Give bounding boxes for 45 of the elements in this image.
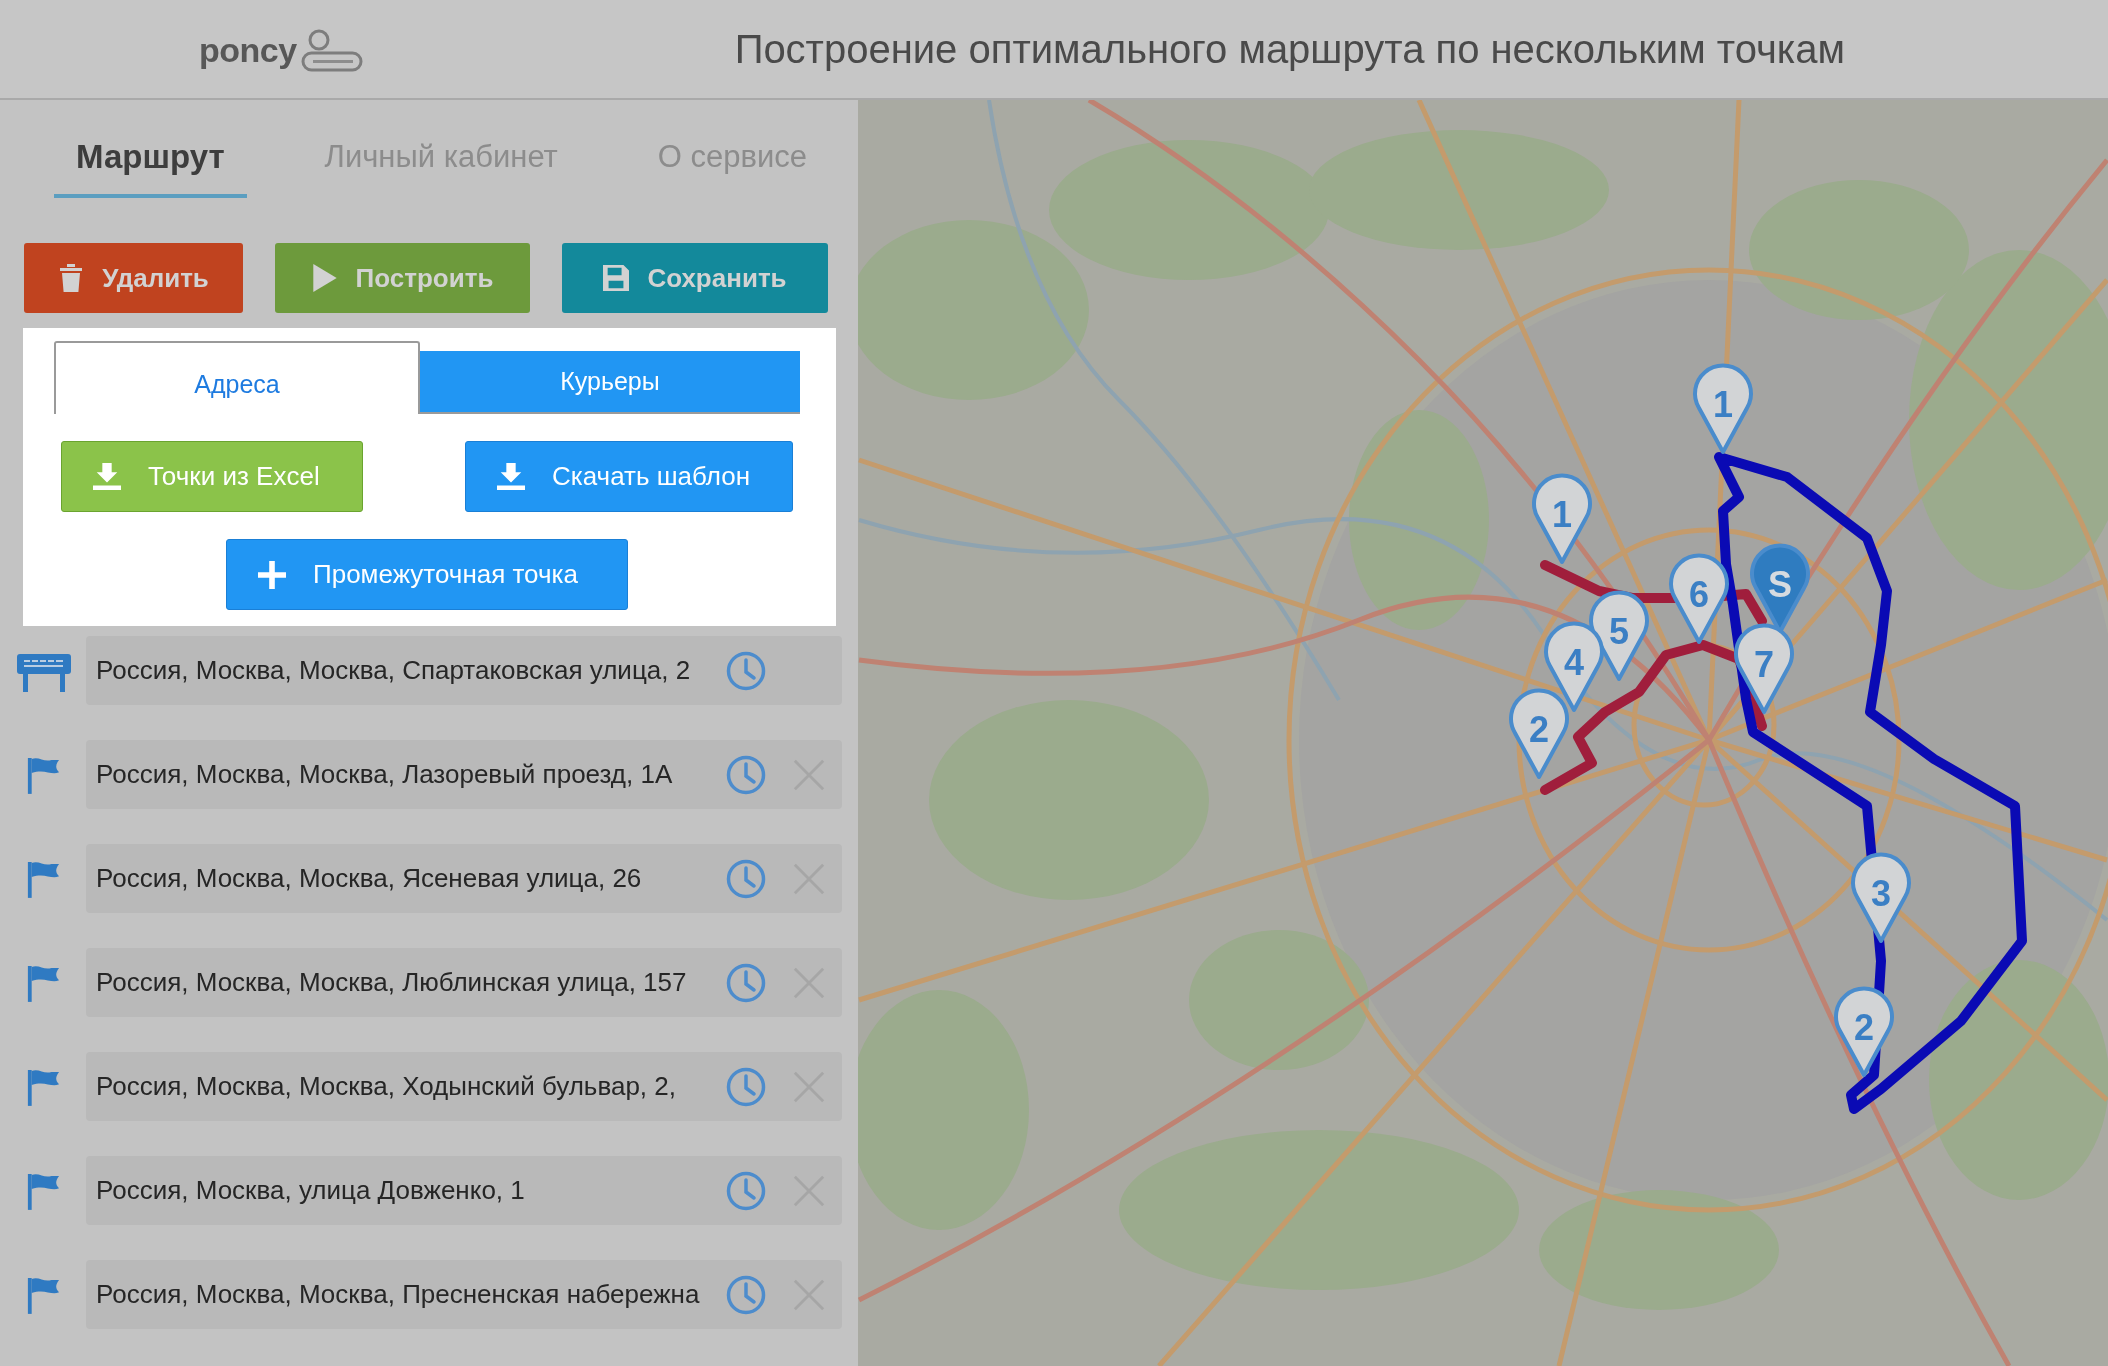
flag-icon: [26, 963, 60, 1002]
download-icon: [496, 462, 526, 491]
panel-tab[interactable]: Курьеры: [420, 351, 800, 414]
import-excel-button[interactable]: Точки из Excel: [61, 441, 363, 512]
clock-icon[interactable]: [726, 1170, 766, 1211]
flag-icon: [26, 1275, 60, 1314]
flag-icon: [26, 859, 60, 898]
address-field[interactable]: Россия, Москва, Москва, Люблинская улица, 157: [86, 948, 842, 1017]
nav-tab[interactable]: Маршрут: [54, 120, 247, 198]
address-field[interactable]: Россия, Москва, Москва, Ясеневая улица, 26: [86, 844, 842, 913]
download-icon: [92, 462, 122, 491]
panel-tab[interactable]: Адреса: [54, 341, 420, 414]
map-pin[interactable]: 2: [1509, 688, 1569, 779]
address-field[interactable]: Россия, Москва, Москва, Пресненская набережна: [86, 1260, 842, 1329]
logo-icon: [298, 29, 363, 73]
clock-icon[interactable]: [726, 1274, 766, 1315]
plus-icon: [257, 560, 287, 589]
clock-icon[interactable]: [726, 962, 766, 1003]
map-pin[interactable]: 1: [1532, 473, 1592, 564]
clock-icon[interactable]: [726, 1066, 766, 1107]
address-field[interactable]: Россия, Москва, Москва, Лазоревый проезд, 1А: [86, 740, 842, 809]
address-field[interactable]: Россия, Москва, Москва, Спартаковская улица, 2: [86, 636, 842, 705]
build-button[interactable]: Построить: [275, 243, 530, 313]
clock-icon[interactable]: [726, 858, 766, 899]
map-pin[interactable]: 2: [1834, 986, 1894, 1077]
map-pin[interactable]: 3: [1851, 852, 1911, 943]
clock-icon[interactable]: [726, 754, 766, 795]
logo-link[interactable]: poncy: [199, 29, 363, 69]
flag-icon: [26, 755, 60, 794]
map-pin[interactable]: 1: [1693, 363, 1753, 454]
trash-icon: [58, 264, 85, 292]
address-field[interactable]: Россия, Москва, Москва, Ходынский бульвар, 2,: [86, 1052, 842, 1121]
flag-icon: [26, 1171, 60, 1210]
delete-button[interactable]: Удалить: [24, 243, 243, 313]
map-pin[interactable]: 4: [1544, 621, 1604, 712]
save-button[interactable]: Сохранить: [562, 243, 828, 313]
map-pin[interactable]: 7: [1734, 623, 1794, 714]
play-icon: [311, 264, 338, 292]
address-field[interactable]: Россия, Москва, улица Довженко, 1: [86, 1156, 842, 1225]
page-title: Построение оптимального маршрута по нескольким точкам: [734, 26, 1845, 72]
map-pin[interactable]: 6: [1669, 553, 1729, 644]
download-template-button[interactable]: Скачать шаблон: [465, 441, 793, 512]
flag-icon: [26, 1067, 60, 1106]
add-waypoint-button[interactable]: Промежуточная точка: [226, 539, 628, 610]
clock-icon[interactable]: [726, 650, 766, 691]
